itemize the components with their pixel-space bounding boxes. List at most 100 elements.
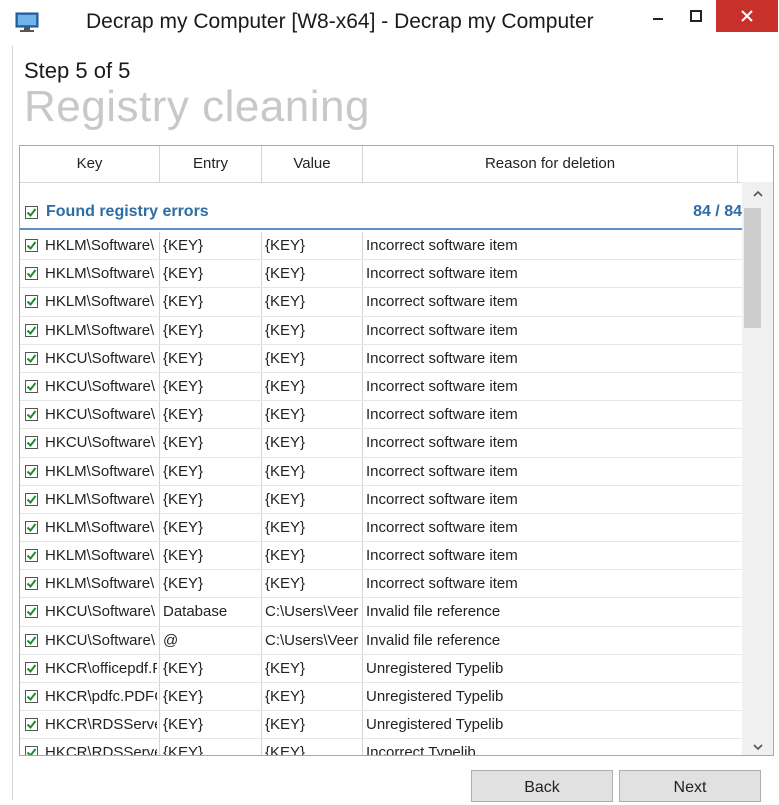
column-header-reason[interactable]: Reason for deletion [363, 146, 738, 182]
cell-key: HKLM\Software\ [45, 265, 155, 283]
row-checkbox[interactable] [25, 323, 38, 337]
cell-entry: {KEY} [163, 547, 204, 565]
vertical-scrollbar[interactable] [742, 182, 773, 755]
row-checkbox[interactable] [25, 520, 38, 534]
table-row[interactable]: HKCR\officepdf.P {KEY} {KEY} Unregistered T… [20, 655, 742, 683]
cell-entry: {KEY} [163, 744, 204, 756]
row-checkbox[interactable] [25, 436, 38, 450]
scrollbar-thumb[interactable] [744, 208, 761, 328]
cell-entry: {KEY} [163, 349, 204, 367]
scroll-up-button[interactable] [742, 184, 773, 204]
row-checkbox[interactable] [25, 239, 38, 252]
cell-entry: {KEY} [163, 518, 204, 536]
cell-entry: {KEY} [163, 321, 204, 339]
back-button[interactable]: Back [471, 770, 613, 802]
table-row[interactable]: HKCU\Software\ {KEY} {KEY} Incorrect softwa… [20, 373, 742, 402]
group-checkbox[interactable] [25, 206, 38, 219]
table-row[interactable]: HKLM\Software\ {KEY} {KEY} Incorrect softwa… [20, 288, 742, 317]
row-checkbox[interactable] [25, 577, 38, 591]
cell-entry: {KEY} [163, 265, 204, 283]
table-row[interactable]: HKCU\Software\ {KEY} {KEY} Incorrect softwa… [20, 345, 742, 373]
cell-entry: {KEY} [163, 462, 204, 480]
cell-reason: Unregistered Typelib [366, 716, 504, 734]
cell-reason: Incorrect software item [366, 490, 518, 508]
cell-reason: Incorrect Typelib [366, 744, 476, 756]
cell-value: {KEY} [265, 434, 306, 452]
row-checkbox[interactable] [25, 690, 38, 703]
cell-value: C:\Users\Veer [265, 603, 359, 621]
row-checkbox[interactable] [25, 492, 38, 506]
row-checkbox[interactable] [25, 605, 38, 619]
minimize-button[interactable] [640, 0, 676, 32]
page-title: Registry cleaning [24, 82, 370, 131]
table-row[interactable]: HKCU\Software\ @ C:\Users\Veer Invalid file… [20, 627, 742, 655]
table-row[interactable]: HKLM\Software\ {KEY} {KEY} Incorrect softwa… [20, 458, 742, 486]
cell-value: {KEY} [265, 237, 306, 254]
row-checkbox[interactable] [25, 718, 38, 732]
registry-list[interactable]: Key Entry Value Reason for deletion Foun… [19, 145, 774, 756]
table-row[interactable]: HKCU\Software\ Database C:\Users\Veer Inval… [20, 598, 742, 627]
close-button[interactable] [716, 0, 778, 32]
cell-key: HKLM\Software\ [45, 518, 155, 536]
table-row[interactable]: HKCR\RDSServer {KEY} {KEY} Incorrect Typeli… [20, 739, 742, 756]
table-row[interactable]: HKLM\Software\ {KEY} {KEY} Incorrect softwa… [20, 514, 742, 543]
column-header-key[interactable]: Key [20, 146, 160, 182]
checkmark-icon [26, 325, 37, 335]
row-checkbox[interactable] [25, 351, 38, 365]
table-row[interactable]: HKCR\RDSServer {KEY} {KEY} Unregistered Typ… [20, 711, 742, 740]
cell-key: HKLM\Software\ [45, 547, 155, 565]
cell-reason: Incorrect software item [366, 462, 518, 480]
row-checkbox[interactable] [25, 746, 38, 755]
cell-key: HKCR\RDSServer [45, 716, 157, 734]
row-checkbox[interactable] [25, 464, 38, 478]
table-row[interactable]: HKLM\Software\ {KEY} {KEY} Incorrect softwa… [20, 486, 742, 514]
checkmark-icon [26, 466, 37, 476]
row-checkbox[interactable] [25, 267, 38, 281]
row-checkbox[interactable] [25, 379, 38, 393]
cell-value: {KEY} [265, 716, 306, 734]
row-checkbox[interactable] [25, 549, 38, 563]
scroll-down-button[interactable] [742, 737, 773, 755]
cell-value: {KEY} [265, 490, 306, 508]
table-row[interactable]: HKLM\Software\ {KEY} {KEY} Incorrect softwa… [20, 317, 742, 345]
next-button[interactable]: Next [619, 770, 761, 802]
cell-key: HKCU\Software\ [45, 434, 156, 452]
column-header-entry[interactable]: Entry [160, 146, 262, 182]
cell-reason: Incorrect software item [366, 265, 518, 283]
cell-entry: {KEY} [163, 377, 204, 395]
column-header-value[interactable]: Value [262, 146, 363, 182]
row-checkbox[interactable] [25, 661, 38, 675]
row-checkbox[interactable] [25, 295, 38, 309]
cell-value: {KEY} [265, 265, 306, 283]
table-row[interactable]: HKLM\Software\ {KEY} {KEY} Incorrect softwa… [20, 570, 742, 599]
cell-reason: Incorrect software item [366, 518, 518, 536]
cell-reason: Unregistered Typelib [366, 688, 504, 705]
cell-key: HKCU\Software\ [45, 603, 156, 621]
table-row[interactable]: HKCR\pdfc.PDFC {KEY} {KEY} Unregistered Typ… [20, 683, 742, 712]
table-row[interactable]: HKLM\Software\ {KEY} {KEY} Incorrect softwa… [20, 232, 742, 261]
cell-reason: Incorrect software item [366, 434, 518, 452]
table-row[interactable]: HKCU\Software\ {KEY} {KEY} Incorrect softwa… [20, 429, 742, 458]
cell-value: {KEY} [265, 293, 306, 311]
maximize-button[interactable] [678, 0, 714, 32]
list-rows: HKLM\Software\ {KEY} {KEY} Incorrect softwa… [20, 232, 742, 756]
cell-value: {KEY} [265, 688, 306, 705]
group-count: 84 / 84 [693, 203, 742, 220]
checkmark-icon [26, 241, 37, 251]
row-checkbox[interactable] [25, 408, 38, 422]
cell-entry: Database [163, 603, 228, 621]
cell-entry: {KEY} [163, 659, 204, 677]
table-row[interactable]: HKLM\Software\ {KEY} {KEY} Incorrect softwa… [20, 260, 742, 289]
chevron-up-icon [753, 190, 763, 197]
cell-entry: {KEY} [163, 434, 204, 452]
close-icon [741, 10, 753, 22]
row-checkbox[interactable] [25, 633, 38, 647]
table-row[interactable]: HKCU\Software\ {KEY} {KEY} Incorrect softwa… [20, 401, 742, 430]
cell-reason: Incorrect software item [366, 575, 518, 593]
cell-key: HKLM\Software\ [45, 462, 155, 480]
checkmark-icon [26, 208, 37, 218]
cell-reason: Incorrect software item [366, 293, 518, 311]
cell-key: HKCR\pdfc.PDFC [45, 688, 157, 705]
table-row[interactable]: HKLM\Software\ {KEY} {KEY} Incorrect softwa… [20, 542, 742, 571]
list-header: Key Entry Value Reason for deletion [20, 146, 757, 183]
